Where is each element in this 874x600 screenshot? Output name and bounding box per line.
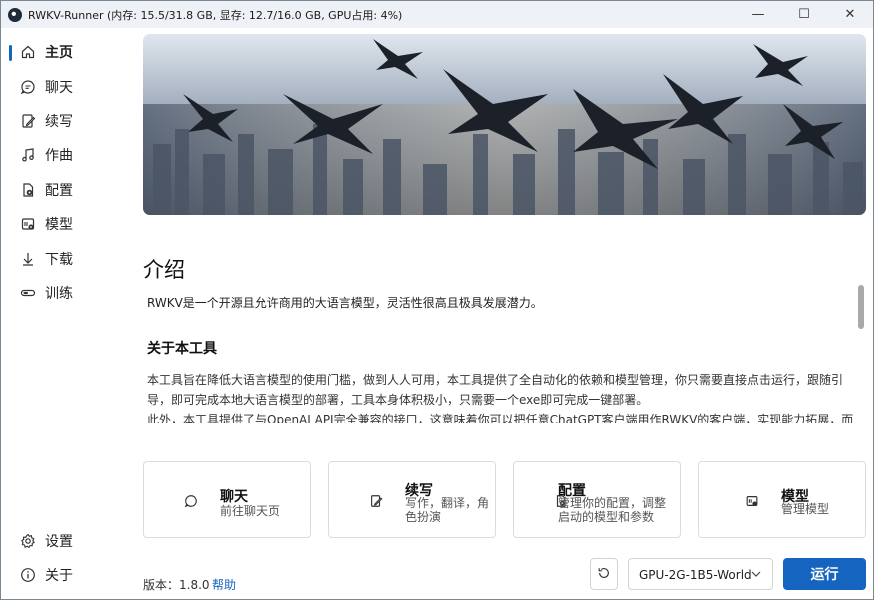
window-title: RWKV-Runner (内存: 15.5/31.8 GB, 显存: 12.7/… bbox=[28, 8, 403, 22]
sidebar-item-label: 聊天 bbox=[45, 80, 73, 96]
model-icon bbox=[743, 492, 761, 510]
window-controls: — ☐ ✕ bbox=[735, 1, 873, 28]
model-select[interactable]: GPU-2G-1B5-World bbox=[628, 558, 773, 590]
sidebar-item-train[interactable]: 训练 bbox=[9, 277, 123, 309]
maximize-button[interactable]: ☐ bbox=[781, 1, 827, 28]
gear-icon bbox=[19, 532, 37, 550]
card-description: 前往聊天页 bbox=[220, 504, 281, 518]
sidebar-item-label: 设置 bbox=[45, 534, 73, 550]
active-indicator bbox=[9, 45, 12, 61]
intro-section: 介绍 RWKV是一个开源且允许商用的大语言模型，灵活性很高且极具发展潜力。 关于… bbox=[143, 246, 855, 423]
sidebar: 主页 聊天 续写 作曲 配置 模型 下载 训练 设置 关于 bbox=[1, 28, 131, 599]
scrollbar-thumb[interactable] bbox=[858, 285, 864, 329]
about-text: 本工具旨在降低大语言模型的使用门槛，做到人人可用，本工具提供了全自动化的依赖和模… bbox=[147, 370, 855, 423]
intro-text: RWKV是一个开源且允许商用的大语言模型，灵活性很高且极具发展潜力。 bbox=[147, 296, 543, 310]
reset-config-button[interactable] bbox=[590, 558, 618, 590]
minimize-button[interactable]: — bbox=[735, 1, 781, 28]
title-bar: RWKV-Runner (内存: 15.5/31.8 GB, 显存: 12.7/… bbox=[1, 1, 873, 28]
config-icon bbox=[19, 181, 37, 199]
app-logo-icon bbox=[8, 7, 22, 22]
sidebar-item-home[interactable]: 主页 bbox=[9, 36, 123, 68]
card-description: 管理你的配置，调整启动的模型和参数 bbox=[558, 496, 667, 524]
banner-image bbox=[143, 34, 866, 215]
download-icon bbox=[19, 250, 37, 268]
version-label: 版本：1.8.0 bbox=[143, 578, 210, 592]
model-select-value: GPU-2G-1B5-World bbox=[639, 568, 752, 582]
music-icon bbox=[19, 146, 37, 164]
sidebar-item-label: 关于 bbox=[45, 568, 73, 584]
sidebar-item-label: 主页 bbox=[45, 45, 73, 61]
sidebar-item-music[interactable]: 作曲 bbox=[9, 139, 123, 171]
close-button[interactable]: ✕ bbox=[827, 1, 873, 28]
write-icon bbox=[367, 492, 385, 510]
app-window: RWKV-Runner (内存: 15.5/31.8 GB, 显存: 12.7/… bbox=[0, 0, 874, 600]
chat-icon bbox=[19, 78, 37, 96]
sidebar-item-config[interactable]: 配置 bbox=[9, 174, 123, 206]
info-icon bbox=[19, 566, 37, 584]
sidebar-item-label: 续写 bbox=[45, 114, 73, 130]
help-link[interactable]: 帮助 bbox=[212, 576, 236, 593]
chevron-down-icon bbox=[750, 568, 762, 583]
sidebar-item-label: 下载 bbox=[45, 252, 73, 268]
card-model[interactable]: 模型 管理模型 bbox=[698, 461, 866, 538]
main-content: 介绍 RWKV是一个开源且允许商用的大语言模型，灵活性很高且极具发展潜力。 关于… bbox=[131, 28, 873, 599]
model-icon bbox=[19, 215, 37, 233]
home-icon bbox=[19, 43, 37, 61]
sidebar-item-label: 训练 bbox=[45, 286, 73, 302]
sidebar-item-write[interactable]: 续写 bbox=[9, 105, 123, 137]
card-write[interactable]: 续写 写作，翻译，角色扮演 bbox=[328, 461, 496, 538]
card-description: 写作，翻译，角色扮演 bbox=[405, 496, 490, 524]
sidebar-item-label: 作曲 bbox=[45, 148, 73, 164]
sidebar-item-download[interactable]: 下载 bbox=[9, 243, 123, 275]
card-description: 管理模型 bbox=[781, 502, 830, 516]
sidebar-item-model[interactable]: 模型 bbox=[9, 208, 123, 240]
chat-icon bbox=[182, 492, 200, 510]
page-title: 介绍 bbox=[143, 258, 185, 282]
reset-icon bbox=[597, 565, 611, 584]
sidebar-item-settings[interactable]: 设置 bbox=[9, 525, 123, 557]
about-paragraph-1: 本工具旨在降低大语言模型的使用门槛，做到人人可用，本工具提供了全自动化的依赖和模… bbox=[147, 373, 844, 407]
train-icon bbox=[19, 284, 37, 302]
sidebar-item-label: 配置 bbox=[45, 183, 73, 199]
sidebar-item-chat[interactable]: 聊天 bbox=[9, 71, 123, 103]
card-title: 聊天 bbox=[220, 489, 248, 505]
sidebar-item-about[interactable]: 关于 bbox=[9, 559, 123, 591]
write-icon bbox=[19, 112, 37, 130]
about-heading: 关于本工具 bbox=[147, 341, 217, 357]
about-paragraph-2: 此外，本工具提供了与OpenAI API完全兼容的接口，这意味着你可以把任意Ch… bbox=[147, 413, 854, 423]
card-config[interactable]: 配置 管理你的配置，调整启动的模型和参数 bbox=[513, 461, 681, 538]
footer-bar: 版本：1.8.0 帮助 GPU-2G-1B5-World 运行 bbox=[131, 556, 873, 599]
sidebar-item-label: 模型 bbox=[45, 217, 73, 233]
run-button[interactable]: 运行 bbox=[783, 558, 866, 590]
card-chat[interactable]: 聊天 前往聊天页 bbox=[143, 461, 311, 538]
